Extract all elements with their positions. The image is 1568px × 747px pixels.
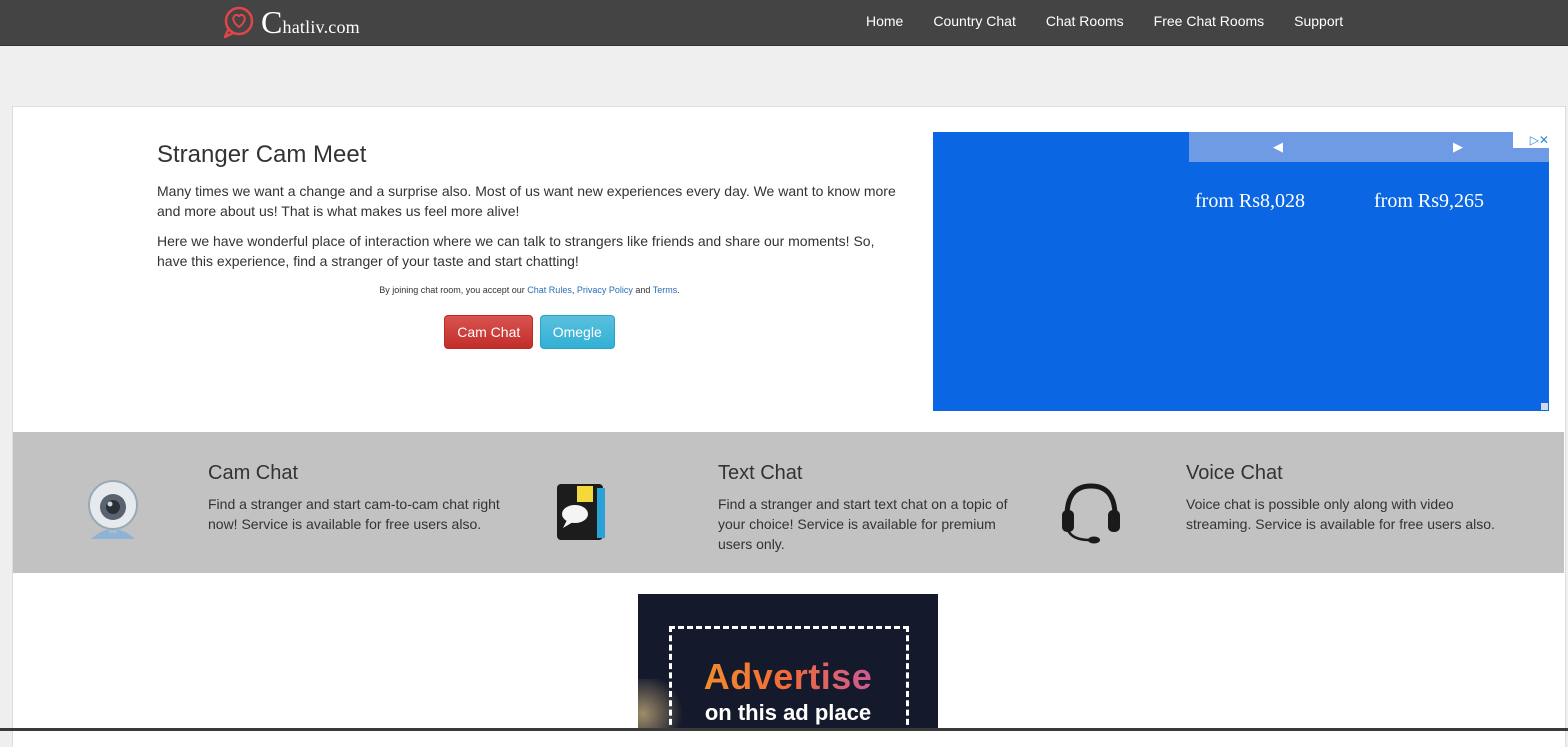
page-title: Stranger Cam Meet — [157, 141, 367, 168]
feature-text-voice: Voice chat is possible only along with v… — [1186, 496, 1495, 532]
feature-text-text: Find a stranger and start text chat on a… — [718, 496, 1008, 552]
ad-price-1[interactable]: from Rs8,028 — [1195, 190, 1305, 213]
logo-text: Chatliv.com — [261, 3, 360, 40]
advertise-banner[interactable]: Advertise on this ad place — [638, 594, 938, 731]
ad-next-arrow-icon[interactable]: ▶ — [1453, 139, 1463, 155]
nav-chat-rooms[interactable]: Chat Rooms — [1031, 0, 1139, 45]
omegle-button[interactable]: Omegle — [539, 315, 615, 349]
intro-paragraph-2: Here we have wonderful place of interact… — [157, 233, 875, 269]
intro-paragraph-1: Many times we want a change and a surpri… — [157, 183, 896, 219]
nav-free-chat-rooms[interactable]: Free Chat Rooms — [1139, 0, 1279, 45]
webcam-icon — [88, 480, 138, 539]
site-logo[interactable]: Chatliv.com — [222, 4, 360, 40]
feature-title-cam: Cam Chat — [208, 462, 299, 484]
nav-country-chat[interactable]: Country Chat — [918, 0, 1030, 45]
intro-section: Stranger Cam Meet Many times we want a c… — [157, 140, 902, 349]
chat-notes-icon — [557, 484, 605, 540]
ad-carousel-bar: ◀ ▶ — [1189, 132, 1549, 162]
chat-buttons: Cam Chat Omegle — [157, 315, 902, 349]
ad-prev-arrow-icon[interactable]: ◀ — [1273, 139, 1283, 155]
advertisement-banner[interactable]: ◀ ▶ ▷✕ from Rs8,028 from Rs9,265 — [933, 132, 1549, 411]
terms-notice: By joining chat room, you accept our Cha… — [379, 285, 680, 295]
nav-home[interactable]: Home — [851, 0, 918, 45]
top-navbar: Chatliv.com Home Country Chat Chat Rooms… — [0, 0, 1568, 46]
ad-price-2[interactable]: from Rs9,265 — [1374, 190, 1484, 213]
nav-support[interactable]: Support — [1279, 0, 1358, 45]
ad-choices-close-icon[interactable]: ▷✕ — [1513, 132, 1549, 148]
feature-title-text: Text Chat — [718, 462, 803, 484]
feature-text-cam: Find a stranger and start cam-to-cam cha… — [208, 496, 500, 532]
advertise-subtitle: on this ad place — [704, 700, 872, 725]
cam-chat-button[interactable]: Cam Chat — [444, 315, 534, 349]
terms-link[interactable]: Terms — [653, 285, 678, 295]
heart-chat-icon — [223, 6, 254, 38]
features-band: Cam Chat Find a stranger and start cam-t… — [13, 432, 1564, 573]
advertise-title: Advertise — [638, 656, 938, 698]
privacy-policy-link[interactable]: Privacy Policy — [577, 285, 633, 295]
ad-corner-icon — [1541, 403, 1548, 410]
main-nav: Home Country Chat Chat Rooms Free Chat R… — [851, 0, 1358, 45]
feature-title-voice: Voice Chat — [1186, 462, 1283, 484]
headset-icon — [1062, 483, 1120, 544]
chat-rules-link[interactable]: Chat Rules — [527, 285, 572, 295]
